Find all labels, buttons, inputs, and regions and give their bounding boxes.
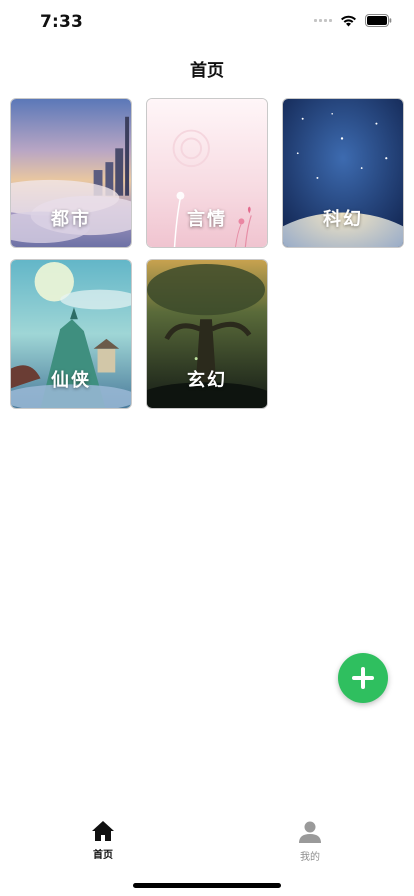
category-label: 科幻 [323,209,363,230]
tab-home[interactable]: 首页 [63,820,143,861]
category-card-city[interactable]: 都市 [10,98,132,248]
add-button[interactable] [338,653,388,703]
tab-mine-label: 我的 [300,852,320,863]
battery-icon [365,14,392,27]
category-card-scifi[interactable]: 科幻 [282,98,404,248]
status-time: 7:33 [40,12,84,32]
status-icons [314,14,392,27]
person-icon [299,821,321,843]
page-title: 首页 [190,61,224,81]
tab-mine[interactable]: 我的 [270,820,350,863]
category-label: 言情 [187,209,227,230]
home-icon [92,821,114,841]
home-indicator[interactable] [133,883,281,888]
status-bar: 7:33 [0,0,414,44]
plus-icon [352,667,374,689]
tab-home-label: 首页 [93,850,113,861]
signal-icon [314,19,332,22]
category-label: 仙侠 [51,370,91,391]
wifi-icon [340,15,357,27]
category-card-xianxia[interactable]: 仙侠 [10,259,132,409]
category-card-romance[interactable]: 言情 [146,98,268,248]
category-label: 玄幻 [187,370,227,391]
category-label: 都市 [51,209,91,230]
category-card-fantasy[interactable]: 玄幻 [146,259,268,409]
